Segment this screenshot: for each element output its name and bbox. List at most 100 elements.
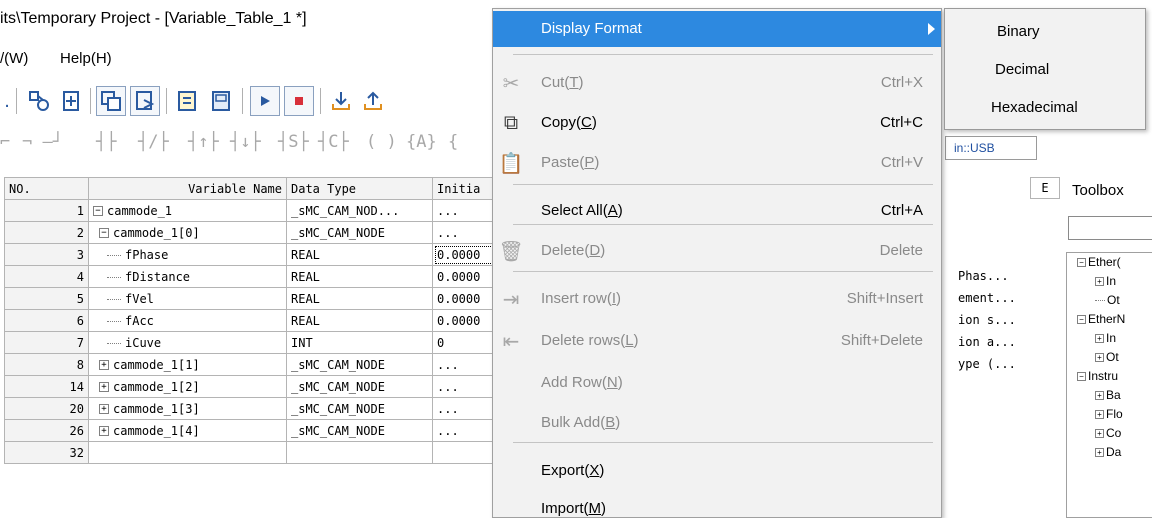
variable-name-cell[interactable]: iCuve [88,331,287,354]
toolbox-tree-item[interactable]: − Ether( [1067,253,1152,272]
submenu-item-decimal[interactable]: Decimal [945,51,1145,89]
variable-name-cell[interactable]: + cammode_1[3] [88,397,287,420]
comment-cell[interactable]: ion s... [940,309,1050,331]
contact-falling-icon[interactable]: ┤↓├ [230,132,261,152]
data-type-cell[interactable] [286,441,433,464]
expand-icon[interactable]: + [99,404,109,414]
menu-item-delete[interactable]: 🗑 Delete(D) Delete [493,233,941,269]
table-row[interactable]: 7 iCuve INT 0 [4,331,505,354]
data-type-cell[interactable]: _sMC_CAM_NOD... [286,199,433,222]
contact-rising-icon[interactable]: ┤↑├ [188,132,219,152]
toolbox-tree-item[interactable]: + Ba [1067,386,1152,405]
expand-icon[interactable]: + [1095,410,1104,420]
table-row[interactable]: 5 fVel REAL 0.0000 [4,287,505,310]
contact-no-icon[interactable]: ┤├ [96,132,116,152]
menu-item-select-all[interactable]: Select All(A) Ctrl+A [493,193,941,229]
variable-name-cell[interactable]: + cammode_1[4] [88,419,287,442]
variable-name-cell[interactable]: − cammode_1 [88,199,287,222]
table-row[interactable]: 14 + cammode_1[2] _sMC_CAM_NODE... [4,375,505,398]
toolbar-overflow-icon[interactable]: . [0,86,14,116]
menu-item-insert-row[interactable]: ⇥ Insert row(I) Shift+Insert [493,281,941,317]
comment-cell[interactable] [940,199,1050,221]
menu-item-delete-rows[interactable]: ⇤ Delete rows(L) Shift+Delete [493,323,941,359]
column-header-data-type[interactable]: Data Type [286,177,433,200]
column-header-variable-name[interactable]: Variable Name [88,177,287,200]
data-type-cell[interactable]: INT [286,331,433,354]
data-type-cell[interactable]: REAL [286,243,433,266]
toolbox-tree-item[interactable]: + Co [1067,424,1152,443]
expand-icon[interactable]: + [99,426,109,436]
expand-icon[interactable]: + [1095,429,1104,439]
expand-icon[interactable]: + [1095,391,1104,401]
variable-name-cell[interactable] [88,441,287,464]
variable-name-cell[interactable]: fPhase [88,243,287,266]
ladder-branch-icon[interactable]: ¬ —┘ [22,132,63,152]
coil-icon[interactable]: ( ) [366,132,397,152]
table-row[interactable]: 1− cammode_1 _sMC_CAM_NOD...... [4,199,505,222]
save-icon[interactable] [172,86,202,116]
menu-item-add-row[interactable]: Add Row(N) [493,365,941,401]
menu-item-import[interactable]: Import(M) [493,491,941,518]
data-type-cell[interactable]: _sMC_CAM_NODE [286,375,433,398]
run-icon[interactable] [250,86,280,116]
menu-item-cut[interactable]: ✂ Cut(T) Ctrl+X [493,65,941,101]
upload-icon[interactable] [358,86,388,116]
data-type-cell[interactable]: _sMC_CAM_NODE [286,221,433,244]
table-row[interactable]: 20 + cammode_1[3] _sMC_CAM_NODE... [4,397,505,420]
expand-icon[interactable]: + [99,382,109,392]
menu-help[interactable]: Help(H) [60,50,112,67]
menu-item-display-format[interactable]: Display Format [493,11,941,47]
menu-item-bulk-add[interactable]: Bulk Add(B) [493,405,941,441]
add-variable-icon[interactable] [56,86,86,116]
contact-set-icon[interactable]: ┤S├ [278,132,309,152]
comment-cell[interactable]: ion a... [940,331,1050,353]
ladder-wire-icon[interactable]: ⌐ [0,132,10,152]
menu-item-copy[interactable]: ⧉ Copy(C) Ctrl+C [493,105,941,141]
comment-cell[interactable] [940,243,1050,265]
menu-item-paste[interactable]: 📋 Paste(P) Ctrl+V [493,145,941,181]
data-type-cell[interactable]: REAL [286,309,433,332]
expand-icon[interactable]: + [1095,448,1104,458]
table-row[interactable]: 4 fDistance REAL 0.0000 [4,265,505,288]
expand-icon[interactable]: + [1095,334,1104,344]
comment-cell[interactable]: ement... [940,287,1050,309]
variable-name-cell[interactable]: fAcc [88,309,287,332]
table-row[interactable]: 32 [4,441,505,464]
function-block-icon[interactable]: {A} [406,132,437,152]
variable-name-cell[interactable]: fVel [88,287,287,310]
stop-icon[interactable] [284,86,314,116]
connection-tab[interactable]: in::USB [945,136,1037,160]
submenu-item-binary[interactable]: Binary [945,13,1145,51]
save-all-icon[interactable] [206,86,236,116]
collapse-icon[interactable]: − [1077,315,1086,325]
variable-name-cell[interactable]: − cammode_1[0] [88,221,287,244]
comment-cell[interactable]: ype (... [940,353,1050,375]
table-row[interactable]: 3 fPhase REAL 0.0000 [4,243,505,266]
paste-window-icon[interactable] [130,86,160,116]
toolbox-tree-item[interactable]: − EtherN [1067,310,1152,329]
bracket-icon[interactable]: { [448,132,458,152]
data-type-cell[interactable]: _sMC_CAM_NODE [286,353,433,376]
comment-cell[interactable]: Phas... [940,265,1050,287]
variable-name-cell[interactable]: + cammode_1[2] [88,375,287,398]
download-icon[interactable] [326,86,356,116]
toolbox-tree-item[interactable]: + In [1067,329,1152,348]
toolbox-tree-item[interactable]: + Da [1067,443,1152,462]
table-row[interactable]: 6 fAcc REAL 0.0000 [4,309,505,332]
data-type-cell[interactable]: _sMC_CAM_NODE [286,397,433,420]
toolbox-tree-item[interactable]: − Instru [1067,367,1152,386]
variable-name-cell[interactable]: fDistance [88,265,287,288]
expand-icon[interactable]: + [99,360,109,370]
table-row[interactable]: 26 + cammode_1[4] _sMC_CAM_NODE... [4,419,505,442]
menu-item-export[interactable]: Export(X) [493,453,941,489]
data-type-cell[interactable]: REAL [286,287,433,310]
expand-icon[interactable]: + [1095,353,1104,363]
column-header-no[interactable]: NO. [4,177,89,200]
menu-window[interactable]: /(W) [0,50,28,67]
toolbox-tree-item[interactable]: + In [1067,272,1152,291]
expand-icon[interactable]: + [1095,277,1104,287]
collapse-icon[interactable]: − [99,228,109,238]
comment-cell[interactable] [940,221,1050,243]
toolbox-tree-item[interactable]: + Flo [1067,405,1152,424]
contact-compare-icon[interactable]: ┤C├ [318,132,349,152]
